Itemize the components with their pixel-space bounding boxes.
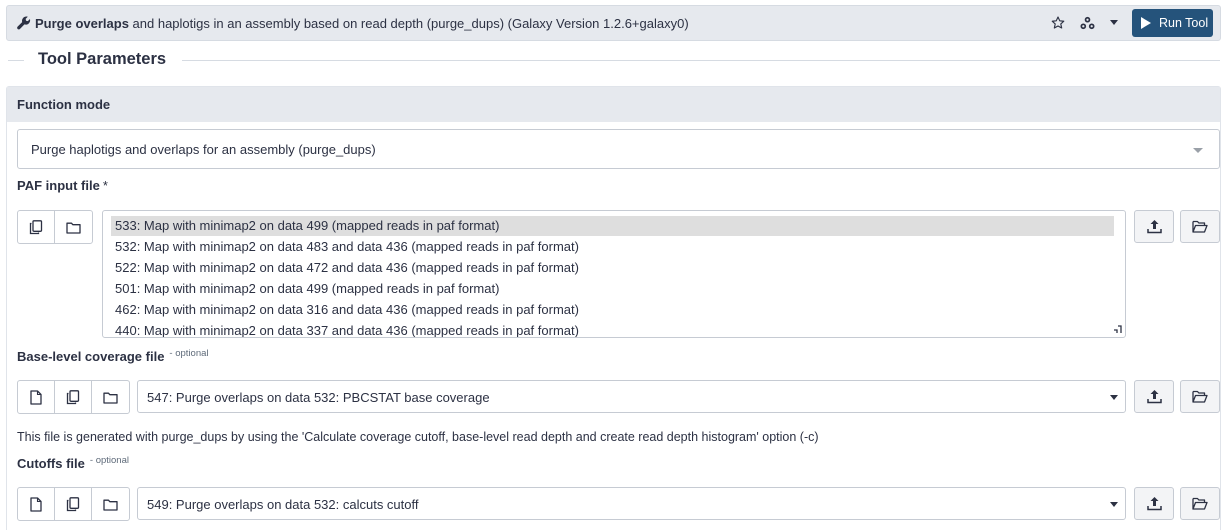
folder-open-icon xyxy=(1192,390,1208,403)
list-item[interactable]: 440: Map with minimap2 on data 337 and d… xyxy=(111,321,1114,337)
caret-down-icon xyxy=(1110,502,1118,507)
run-tool-label: Run Tool xyxy=(1159,16,1209,30)
upload-icon xyxy=(1146,496,1162,511)
dataset-collection-button[interactable] xyxy=(92,488,129,520)
function-mode-value: Purge haplotigs and overlaps for an asse… xyxy=(31,142,376,157)
cutoffs-source-buttons xyxy=(17,487,130,521)
multiple-datasets-button[interactable] xyxy=(55,381,92,413)
paf-input-multiselect[interactable]: 533: Map with minimap2 on data 499 (mapp… xyxy=(102,210,1126,338)
run-tool-button[interactable]: Run Tool xyxy=(1132,9,1213,37)
tool-title: Purge overlaps and haplotigs in an assem… xyxy=(35,16,689,31)
play-icon xyxy=(1141,17,1151,29)
multiple-datasets-button[interactable] xyxy=(18,211,55,243)
multiple-datasets-button[interactable] xyxy=(55,488,92,520)
tool-parameters-legend: Tool Parameters xyxy=(38,50,167,68)
folder-open-icon xyxy=(1192,497,1208,510)
browse-button[interactable] xyxy=(1180,487,1220,520)
paf-input-label: PAF input file * xyxy=(17,178,108,193)
paf-source-buttons xyxy=(17,210,93,244)
list-item[interactable]: 532: Map with minimap2 on data 483 and d… xyxy=(111,237,1114,257)
cutoffs-label: Cutoffs file - optional xyxy=(17,455,129,471)
chevron-down-icon xyxy=(1193,148,1203,153)
caret-down-icon xyxy=(1110,395,1118,400)
cutoffs-select[interactable]: 549: Purge overlaps on data 532: calcuts… xyxy=(137,487,1126,520)
single-dataset-button[interactable] xyxy=(18,488,55,520)
star-icon[interactable] xyxy=(1050,15,1066,31)
dataset-collection-button[interactable] xyxy=(92,381,129,413)
copy-icon xyxy=(66,389,80,405)
tool-header: Purge overlaps and haplotigs in an assem… xyxy=(6,5,1221,41)
section-header xyxy=(7,87,1220,122)
list-item[interactable]: 501: Map with minimap2 on data 499 (mapp… xyxy=(111,279,1114,299)
folder-icon xyxy=(66,221,81,234)
wrench-icon xyxy=(17,16,31,30)
base-coverage-label: Base-level coverage file - optional xyxy=(17,348,209,364)
single-dataset-button[interactable] xyxy=(18,381,55,413)
folder-open-icon xyxy=(1192,220,1208,233)
base-coverage-source-buttons xyxy=(17,380,130,414)
list-item[interactable]: 533: Map with minimap2 on data 499 (mapp… xyxy=(111,216,1114,236)
caret-down-icon[interactable] xyxy=(1106,15,1122,31)
list-item[interactable]: 522: Map with minimap2 on data 472 and d… xyxy=(111,258,1114,278)
upload-icon xyxy=(1146,389,1162,404)
legend-divider xyxy=(182,60,1220,61)
upload-button[interactable] xyxy=(1134,487,1174,520)
dataset-collection-button[interactable] xyxy=(55,211,92,243)
legend-divider xyxy=(8,60,24,61)
base-coverage-value: 547: Purge overlaps on data 532: PBCSTAT… xyxy=(147,390,490,405)
upload-button[interactable] xyxy=(1134,380,1174,413)
base-coverage-select[interactable]: 547: Purge overlaps on data 532: PBCSTAT… xyxy=(137,380,1126,413)
upload-icon xyxy=(1146,219,1162,234)
file-icon xyxy=(30,389,42,405)
resize-handle-icon[interactable] xyxy=(1113,325,1122,334)
browse-button[interactable] xyxy=(1180,380,1220,413)
file-icon xyxy=(30,496,42,512)
function-mode-select[interactable]: Purge haplotigs and overlaps for an asse… xyxy=(17,129,1220,169)
upload-button[interactable] xyxy=(1134,210,1174,243)
list-item[interactable]: 462: Map with minimap2 on data 316 and d… xyxy=(111,300,1114,320)
copy-icon xyxy=(29,219,43,235)
folder-icon xyxy=(103,391,118,404)
browse-button[interactable] xyxy=(1180,210,1220,243)
sitemap-icon[interactable] xyxy=(1079,15,1095,31)
base-coverage-help: This file is generated with purge_dups b… xyxy=(17,430,819,444)
folder-icon xyxy=(103,498,118,511)
copy-icon xyxy=(66,496,80,512)
section-title: Function mode xyxy=(17,97,111,112)
cutoffs-value: 549: Purge overlaps on data 532: calcuts… xyxy=(147,497,419,512)
